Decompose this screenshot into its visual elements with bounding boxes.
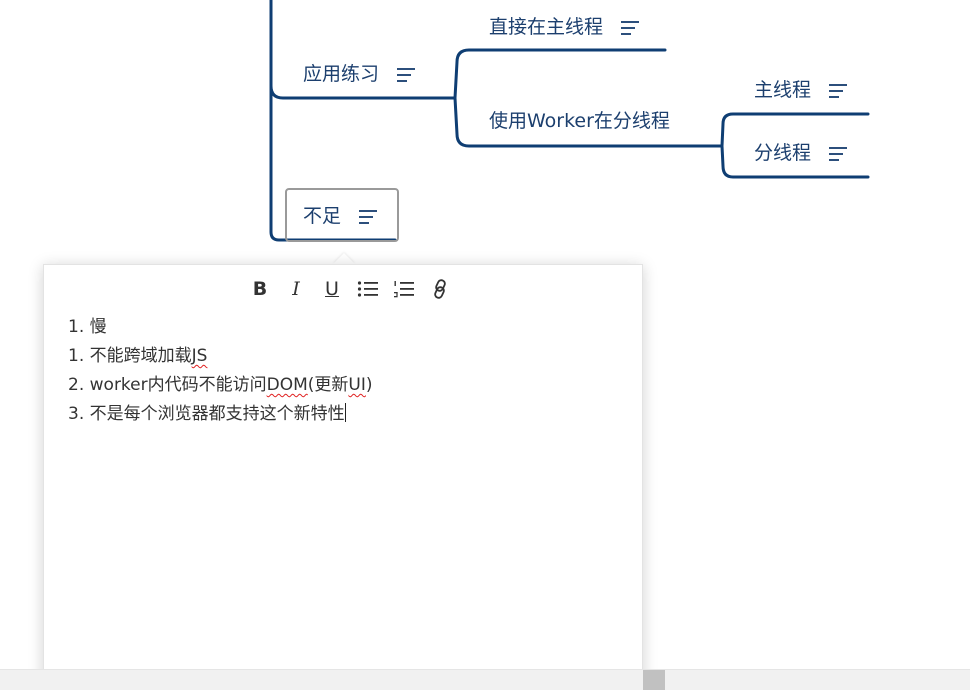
node-sub-thread[interactable]: 分线程 <box>754 138 849 168</box>
underline-button[interactable]: U <box>314 275 350 303</box>
node-practice[interactable]: 应用练习 <box>303 59 417 89</box>
note-icon[interactable] <box>359 208 379 224</box>
note-line: 1. 慢 <box>68 313 618 342</box>
italic-button[interactable]: I <box>278 275 314 303</box>
note-editor-popup: B I U 1. 慢 1. 不能跨域加载JS 2. worker内代码不能访问D… <box>43 264 643 689</box>
note-body[interactable]: 1. 慢 1. 不能跨域加载JS 2. worker内代码不能访问DOM(更新U… <box>68 313 618 429</box>
note-line: 3. 不是每个浏览器都支持这个新特性 <box>68 400 618 429</box>
note-icon[interactable] <box>829 145 849 161</box>
node-main-thread[interactable]: 主线程 <box>754 75 849 105</box>
note-line: 1. 不能跨域加载JS <box>68 342 618 371</box>
node-label: 使用Worker在分线程 <box>489 110 670 132</box>
text-caret <box>344 403 346 422</box>
line-text: 不能跨域加载 <box>89 346 192 366</box>
node-use-worker[interactable]: 使用Worker在分线程 <box>489 106 670 136</box>
bold-button[interactable]: B <box>242 275 278 303</box>
line-text: 不是每个浏览器都支持这个新特性 <box>89 404 345 424</box>
branch-direct <box>453 48 667 100</box>
horizontal-scrollbar[interactable] <box>0 669 970 690</box>
ordered-list-icon[interactable] <box>386 275 422 303</box>
note-icon[interactable] <box>829 82 849 98</box>
note-line: 2. worker内代码不能访问DOM(更新UI) <box>68 371 618 400</box>
link-icon[interactable] <box>422 275 458 303</box>
scrollbar-thumb[interactable] <box>643 670 665 690</box>
line-text: (更新 <box>307 375 349 395</box>
list-number: 2. <box>68 375 85 395</box>
line-text: worker内代码不能访问 <box>89 375 267 395</box>
note-icon[interactable] <box>621 19 641 35</box>
node-label: 不足 <box>303 205 342 227</box>
list-number: 1. <box>68 317 85 337</box>
note-icon[interactable] <box>397 66 417 82</box>
node-label: 分线程 <box>754 142 812 164</box>
popup-pointer <box>333 253 355 264</box>
spellcheck-word: UI <box>348 375 366 395</box>
list-number: 3. <box>68 404 85 424</box>
note-toolbar: B I U <box>242 275 458 303</box>
line-text: 慢 <box>89 317 107 337</box>
bullet-list-icon[interactable] <box>350 275 386 303</box>
line-text: ) <box>365 375 373 395</box>
node-label: 应用练习 <box>303 63 380 85</box>
node-direct-main-thread[interactable]: 直接在主线程 <box>489 12 641 42</box>
node-label: 主线程 <box>754 79 812 101</box>
node-shortcoming[interactable]: 不足 <box>303 201 379 231</box>
spellcheck-word: DOM <box>266 375 308 395</box>
node-label: 直接在主线程 <box>489 16 604 38</box>
spellcheck-word: JS <box>191 346 208 366</box>
list-number: 1. <box>68 346 85 366</box>
